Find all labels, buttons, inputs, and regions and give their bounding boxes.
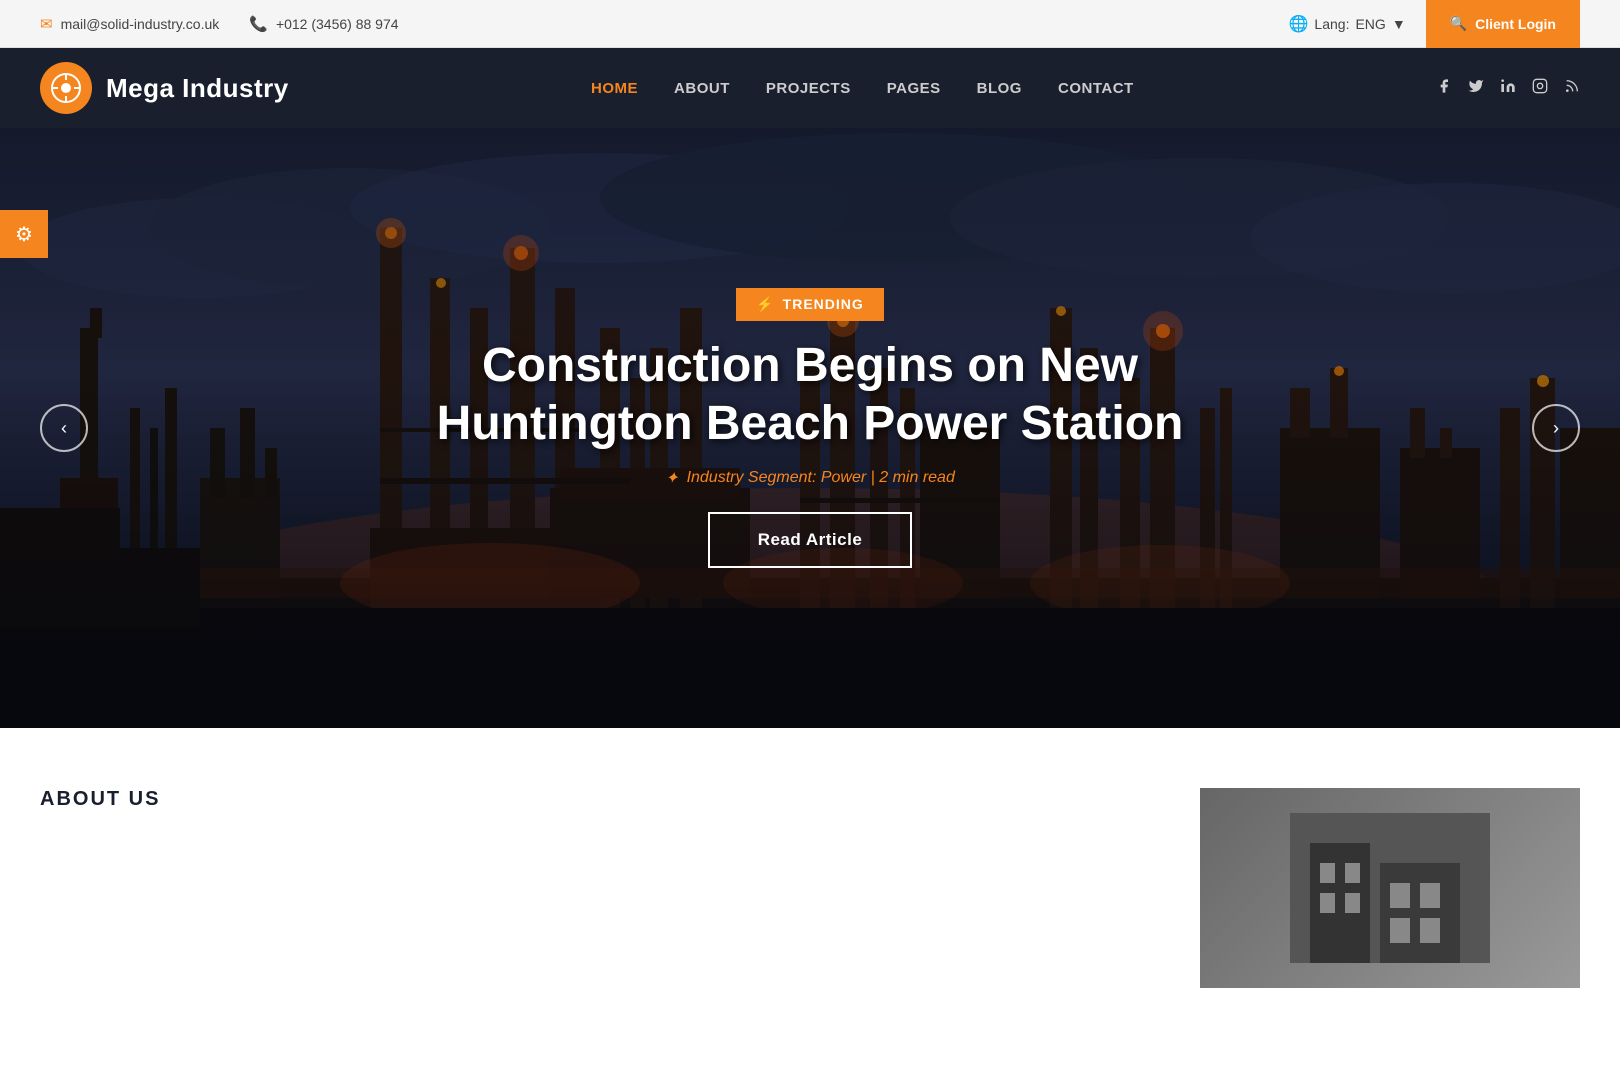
lang-chevron-icon: ▼ xyxy=(1392,16,1406,32)
trending-label: TRENDING xyxy=(783,296,864,312)
instagram-icon[interactable] xyxy=(1532,78,1548,99)
email-info: ✉ mail@solid-industry.co.uk xyxy=(40,15,219,33)
page-wrapper: ✉ mail@solid-industry.co.uk 📞 +012 (3456… xyxy=(0,0,1620,988)
main-nav: HOME ABOUT PROJECTS PAGES BLOG CONTACT xyxy=(591,80,1134,97)
nav-projects[interactable]: PROJECTS xyxy=(766,80,851,97)
nav-contact[interactable]: CONTACT xyxy=(1058,80,1134,97)
read-article-label: Read Article xyxy=(758,530,863,549)
lang-selector[interactable]: 🌐 Lang: ENG ▼ xyxy=(1289,14,1406,34)
hero-title: Construction Begins on New Huntington Be… xyxy=(380,337,1240,452)
top-bar: ✉ mail@solid-industry.co.uk 📞 +012 (3456… xyxy=(0,0,1620,48)
about-label: ABOUT US xyxy=(40,788,1140,811)
nav-blog[interactable]: BLOG xyxy=(977,80,1022,97)
top-bar-right: 🌐 Lang: ENG ▼ 🔍 Client Login xyxy=(1289,0,1581,48)
logo-icon xyxy=(40,62,92,114)
nav-pages[interactable]: PAGES xyxy=(887,80,941,97)
about-text: ABOUT US xyxy=(40,788,1140,821)
chevron-left-icon: ‹ xyxy=(61,418,67,439)
gear-icon: ⚙ xyxy=(15,222,33,247)
about-image xyxy=(1200,788,1580,988)
bolt-icon: ⚡ xyxy=(756,296,774,313)
logo: Mega Industry xyxy=(40,62,289,114)
client-login-label: Client Login xyxy=(1475,16,1556,32)
phone-icon: 📞 xyxy=(249,15,268,33)
linkedin-icon[interactable] xyxy=(1500,78,1516,99)
top-bar-left: ✉ mail@solid-industry.co.uk 📞 +012 (3456… xyxy=(40,15,399,33)
email-icon: ✉ xyxy=(40,15,53,33)
phone-text: +012 (3456) 88 974 xyxy=(276,16,399,32)
twitter-icon[interactable] xyxy=(1468,78,1484,99)
facebook-icon[interactable] xyxy=(1436,78,1452,99)
about-section: ABOUT US xyxy=(0,728,1620,988)
hero-meta-text: Industry Segment: Power | 2 min read xyxy=(687,469,955,487)
hero-section: ⚡ TRENDING Construction Begins on New Hu… xyxy=(0,128,1620,728)
client-login-button[interactable]: 🔍 Client Login xyxy=(1426,0,1580,48)
social-icons xyxy=(1436,78,1580,99)
nav-about[interactable]: ABOUT xyxy=(674,80,730,97)
lang-label: Lang: xyxy=(1314,16,1349,32)
phone-info: 📞 +012 (3456) 88 974 xyxy=(249,15,398,33)
lang-value: ENG xyxy=(1355,16,1385,32)
logo-text: Mega Industry xyxy=(106,73,289,104)
read-article-button[interactable]: Read Article xyxy=(708,512,913,568)
settings-button[interactable]: ⚙ xyxy=(0,210,48,258)
hero-meta: ✦ Industry Segment: Power | 2 min read xyxy=(665,468,955,488)
rss-icon[interactable] xyxy=(1564,78,1580,99)
globe-icon: 🌐 xyxy=(1289,14,1309,34)
header: Mega Industry HOME ABOUT PROJECTS PAGES … xyxy=(0,48,1620,128)
slider-next-button[interactable]: › xyxy=(1532,404,1580,452)
slider-prev-button[interactable]: ‹ xyxy=(40,404,88,452)
trending-badge: ⚡ TRENDING xyxy=(736,288,884,321)
email-text: mail@solid-industry.co.uk xyxy=(61,16,220,32)
chevron-right-icon: › xyxy=(1553,418,1559,439)
star-icon: ✦ xyxy=(665,468,678,488)
building-illustration xyxy=(1290,813,1490,963)
search-icon: 🔍 xyxy=(1450,15,1467,32)
about-img-placeholder xyxy=(1200,788,1580,988)
nav-home[interactable]: HOME xyxy=(591,80,638,97)
hero-content: ⚡ TRENDING Construction Begins on New Hu… xyxy=(0,128,1620,728)
